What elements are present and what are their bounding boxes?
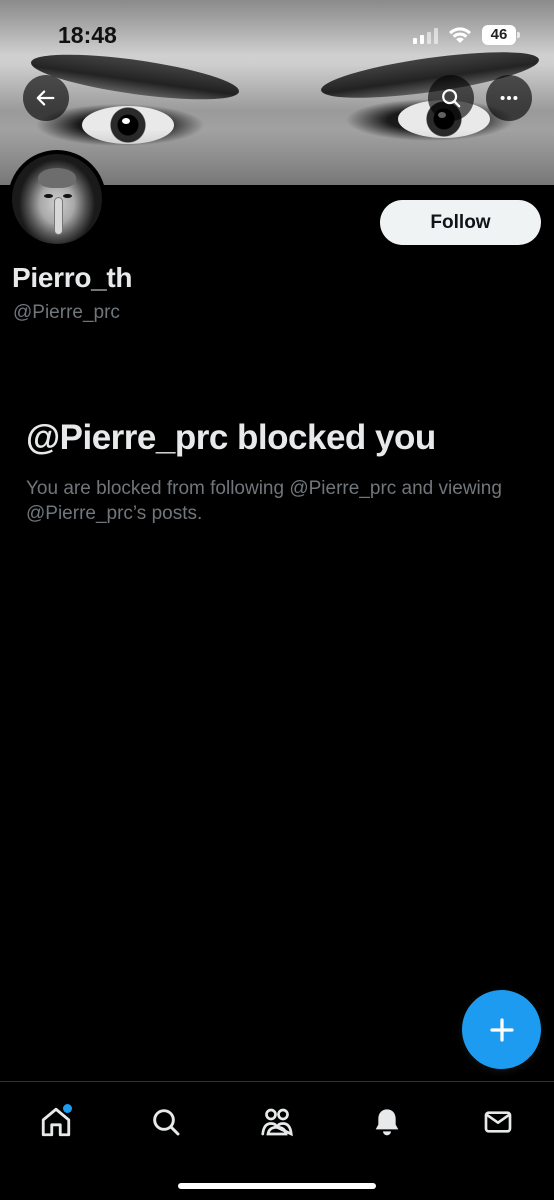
nav-notifications[interactable] (363, 1098, 411, 1146)
back-button[interactable] (23, 75, 69, 121)
mail-icon (484, 1111, 512, 1133)
follow-button[interactable]: Follow (380, 200, 541, 245)
more-horizontal-icon (500, 95, 518, 101)
notification-dot (63, 1104, 72, 1113)
nav-search[interactable] (142, 1098, 190, 1146)
status-icons: 46 (413, 25, 520, 45)
home-indicator (178, 1183, 376, 1189)
more-button[interactable] (486, 75, 532, 121)
blocked-title: @Pierre_prc blocked you (26, 418, 436, 457)
nav-home[interactable] (32, 1098, 80, 1146)
bottom-nav (0, 1081, 554, 1200)
battery-icon: 46 (482, 25, 520, 45)
search-icon (153, 1109, 180, 1136)
nav-messages[interactable] (474, 1098, 522, 1146)
handle: @Pierre_prc (13, 302, 120, 323)
search-icon (442, 89, 461, 108)
bell-icon (375, 1109, 399, 1136)
arrow-left-icon (36, 90, 55, 106)
blocked-description: You are blocked from following @Pierre_p… (26, 478, 502, 524)
avatar-image (12, 154, 102, 244)
wifi-icon (448, 26, 472, 44)
compose-button[interactable] (462, 990, 541, 1069)
avatar[interactable] (8, 150, 106, 248)
communities-icon (261, 1108, 293, 1137)
display-name: Pierro_th (12, 262, 133, 293)
nav-communities[interactable] (253, 1098, 301, 1146)
status-time: 18:48 (58, 22, 117, 48)
cellular-signal-icon (413, 26, 438, 44)
search-button[interactable] (428, 75, 474, 121)
plus-icon (489, 1017, 514, 1042)
